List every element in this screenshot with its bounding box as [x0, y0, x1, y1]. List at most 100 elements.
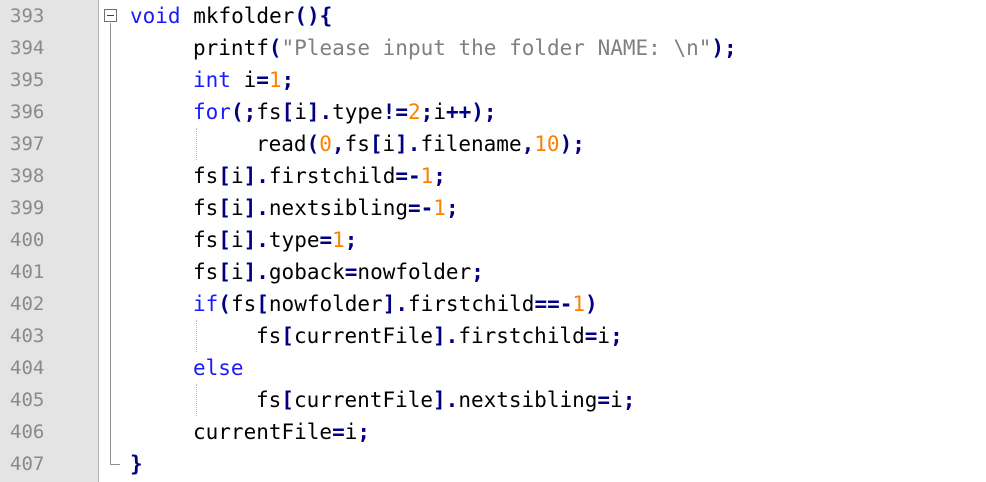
line-number: 403 [10, 325, 45, 347]
code-line[interactable]: 397 read(0,fs[i].filename,10); [0, 128, 986, 160]
code-token: fs [230, 292, 257, 316]
code-token: i [433, 100, 446, 124]
code-token: [ [218, 164, 231, 188]
code-token: , [331, 132, 345, 156]
code-token: for [193, 100, 231, 124]
line-number: 397 [10, 133, 45, 155]
code-token: 1 [572, 292, 586, 316]
code-token: fs [256, 100, 282, 124]
code-token: type [268, 228, 320, 252]
code-text: currentFile=i; [193, 416, 370, 448]
code-token: filename [420, 132, 522, 156]
code-token: nextsibling [458, 388, 598, 412]
line-number: 394 [10, 37, 45, 59]
code-token: } [130, 452, 143, 476]
code-token: ( [306, 132, 320, 156]
code-line[interactable]: 406 currentFile=i; [0, 416, 986, 448]
code-token: ]. [243, 228, 269, 252]
code-token: , [521, 132, 535, 156]
code-token: ) [585, 292, 598, 316]
code-text: fs[i].goback=nowfolder; [193, 256, 484, 288]
code-token: [ [369, 132, 383, 156]
code-token: i [597, 324, 611, 348]
code-token: fs [193, 228, 219, 252]
line-number: 396 [10, 101, 45, 123]
code-token: i [344, 420, 358, 444]
code-token: ]. [433, 324, 459, 348]
code-token: i [230, 164, 244, 188]
line-number: 406 [10, 421, 45, 443]
line-number: 399 [10, 197, 45, 219]
code-text: fs[i].type=1; [193, 224, 357, 256]
code-token: = [319, 228, 333, 252]
code-token: i [230, 196, 244, 220]
code-token: ); [711, 36, 737, 60]
code-token: ( [268, 36, 282, 60]
code-token: currentFile [293, 324, 434, 348]
line-number: 400 [10, 229, 45, 251]
code-token: = [332, 420, 345, 444]
code-line[interactable]: 403 fs[currentFile].firstchild=i; [0, 320, 986, 352]
code-token: if [193, 292, 219, 316]
code-text: fs[i].nextsibling=-1; [193, 192, 459, 224]
line-number: 407 [10, 453, 45, 475]
code-token: [ [218, 196, 231, 220]
code-line[interactable]: 398 fs[i].firstchild=-1; [0, 160, 986, 192]
code-token: 10 [534, 132, 560, 156]
code-line[interactable]: 405 fs[currentFile].nextsibling=i; [0, 384, 986, 416]
code-token: i [610, 388, 623, 412]
code-text: printf("Please input the folder NAME: \n… [193, 32, 737, 64]
code-token: ]. [243, 164, 269, 188]
code-token: ]. [382, 292, 408, 316]
code-token: = [256, 68, 269, 92]
code-line[interactable]: 407} [0, 448, 986, 480]
code-token: != [382, 100, 409, 124]
code-token: 1 [268, 68, 282, 92]
code-text: fs[currentFile].firstchild=i; [256, 320, 623, 352]
code-line[interactable]: 404 else [0, 352, 986, 384]
code-token: read [256, 132, 307, 156]
line-number: 395 [10, 69, 45, 91]
code-token: firstchild [408, 292, 535, 316]
code-text: int i=1; [193, 64, 294, 96]
code-token: printf [193, 36, 269, 60]
line-number: 405 [10, 389, 45, 411]
code-line[interactable]: 400 fs[i].type=1; [0, 224, 986, 256]
code-editor[interactable]: 393 void mkfolder(){ 394 printf("Please inp… [0, 0, 986, 482]
code-token: [ [281, 388, 294, 412]
code-token: ==- [534, 292, 573, 316]
code-line[interactable]: 401 fs[i].goback=nowfolder; [0, 256, 986, 288]
code-token: 1 [433, 196, 446, 220]
code-text: read(0,fs[i].filename,10); [256, 128, 585, 160]
code-line[interactable]: 394 printf("Please input the folder NAME:… [0, 32, 986, 64]
code-token: ( [218, 292, 231, 316]
code-token: ]. [433, 388, 459, 412]
code-token: =- [407, 196, 434, 220]
code-line[interactable]: 396 for(;fs[i].type!=2;i++); [0, 96, 986, 128]
code-token: firstchild [268, 164, 396, 188]
code-token: ]. [395, 132, 421, 156]
code-line[interactable]: 402 if(fs[nowfolder].firstchild==-1) [0, 288, 986, 320]
code-token: i [294, 100, 307, 124]
code-text: void mkfolder(){ [130, 0, 332, 32]
code-token: ++); [445, 100, 497, 124]
code-token: = [344, 260, 358, 284]
code-token: ]. [306, 100, 333, 124]
code-token: currentFile [293, 388, 434, 412]
code-token: goback [268, 260, 345, 284]
code-token: ; [622, 388, 636, 412]
code-line[interactable]: 393 void mkfolder(){ [0, 0, 986, 32]
code-token: ]. [243, 260, 269, 284]
code-token: fs [193, 164, 219, 188]
line-number: 404 [10, 357, 45, 379]
code-token: ; [471, 260, 484, 284]
code-token: (){ [294, 4, 333, 28]
code-token: = [584, 324, 598, 348]
line-number: 402 [10, 293, 45, 315]
code-token: ; [420, 100, 434, 124]
code-line[interactable]: 395 int i=1; [0, 64, 986, 96]
code-text: for(;fs[i].type!=2;i++); [193, 96, 497, 128]
code-token: ]. [243, 196, 269, 220]
code-line[interactable]: 399 fs[i].nextsibling=-1; [0, 192, 986, 224]
code-text: if(fs[nowfolder].firstchild==-1) [193, 288, 598, 320]
